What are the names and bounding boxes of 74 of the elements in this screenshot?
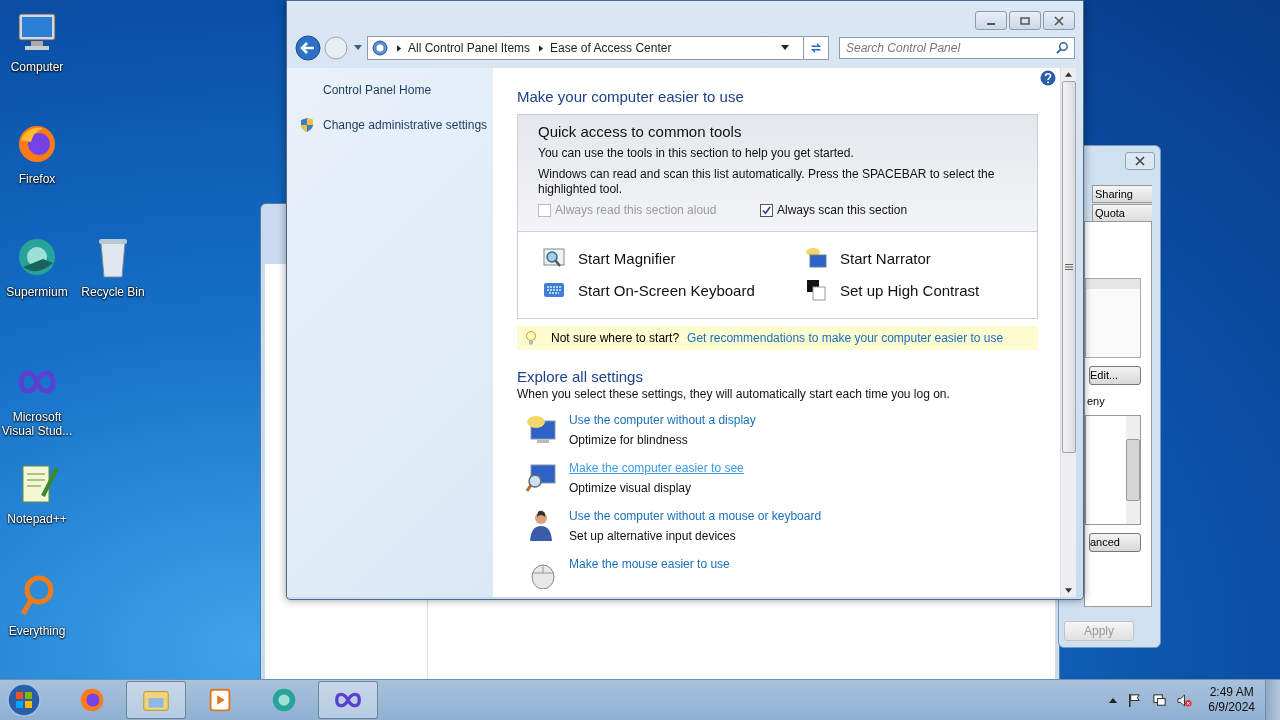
tool-link[interactable]: Start Magnifier (578, 249, 676, 267)
permissions-list[interactable] (1085, 414, 1141, 525)
sidebar-link[interactable]: Change administrative settings (323, 118, 488, 132)
section-title: Quick access to common tools (538, 123, 743, 140)
link-description: Optimize for blindness (569, 433, 689, 447)
search-field[interactable]: Search Control Panel (839, 37, 1075, 59)
dropdown-arrow-icon[interactable] (781, 45, 789, 51)
section-title: Explore all settings (517, 368, 644, 385)
desktop-icon-label[interactable]: Microsoft Visual Stud... (0, 410, 74, 438)
monitor-magnifier-icon (525, 461, 557, 493)
shield-icon (299, 117, 315, 133)
search-icon[interactable] (1056, 41, 1069, 54)
light-bulb-icon (525, 330, 537, 346)
close-button[interactable] (1125, 152, 1155, 170)
grip-icon (1064, 263, 1073, 271)
restore-icon (1020, 15, 1030, 26)
taskbar-button[interactable] (318, 681, 378, 719)
scrollbar[interactable] (1126, 415, 1140, 524)
checkbox-option[interactable]: Always scan this section (760, 203, 982, 217)
edit-button[interactable]: Edit... (1089, 365, 1141, 385)
settings-link[interactable]: Use the computer without a mouse or keyboard (569, 509, 822, 523)
checkbox[interactable] (760, 203, 773, 217)
section-description: You can use the tools in this section to help you get started. (538, 146, 855, 161)
advanced-button[interactable]: anced (1089, 532, 1141, 552)
tool-link[interactable]: Set up High Contrast (840, 281, 980, 299)
back-button[interactable] (295, 35, 321, 61)
flag-icon[interactable] (1127, 692, 1143, 708)
minimize-button[interactable] (975, 11, 1007, 30)
link-description: Set up alternative input devices (569, 529, 737, 543)
restore-button[interactable] (1009, 11, 1041, 30)
contrast-squares-icon (804, 278, 828, 302)
breadcrumb[interactable]: All Control Panel Items (408, 41, 531, 55)
desktop-icon-label[interactable]: Supermium (6, 285, 68, 299)
breadcrumb[interactable]: Ease of Access Center (550, 41, 672, 55)
desktop-icon-label[interactable]: Notepad++ (7, 512, 67, 526)
settings-link[interactable]: Use the computer without a display (569, 413, 756, 427)
clock-date: 6/9/2024 (1208, 700, 1255, 715)
speech-bubble-monitor-icon (804, 246, 828, 270)
minimize-icon (987, 22, 995, 25)
settings-link[interactable]: Make the mouse easier to use (569, 557, 730, 571)
scroll-up-icon[interactable] (1065, 72, 1072, 77)
dialog-tab[interactable]: Quota (1092, 203, 1152, 222)
desktop-icon-label[interactable]: Computer (10, 60, 64, 74)
link-description: Optimize visual display (569, 481, 693, 495)
recommendations-link[interactable]: Get recommendations to make your computer easier to use (687, 331, 1004, 345)
address-bar[interactable]: All Control Panel Items Ease of Access Center (367, 36, 829, 60)
clock-time: 2:49 AM (1209, 685, 1254, 700)
scroll-down-icon[interactable] (1065, 588, 1072, 593)
network-icon[interactable] (1152, 692, 1168, 708)
tool-link[interactable]: Start On-Screen Keyboard (578, 281, 755, 299)
dialog-tab[interactable]: Sharing (1092, 184, 1152, 203)
refresh-arrows-icon (809, 41, 823, 55)
close-icon (1135, 155, 1145, 166)
tool-link[interactable]: Start Narrator (840, 249, 931, 267)
sidebar-link[interactable]: Control Panel Home (323, 83, 432, 97)
start-button[interactable] (6, 682, 42, 718)
close-button[interactable] (1043, 11, 1075, 30)
tip-text: Not sure where to start? (551, 331, 680, 345)
section-description: When you select these settings, they will automatically start each time you log on. (517, 387, 951, 401)
desktop-icon-label[interactable]: Recycle Bin (81, 285, 145, 299)
chevron-icon[interactable] (539, 44, 545, 52)
taskbar-button[interactable] (126, 681, 186, 719)
chevron-icon[interactable] (397, 44, 402, 52)
monitor-speech-icon (525, 413, 557, 445)
section-note: Windows can read and scan this list automatically. Press the SPACEBAR to select the highlighted tool. (538, 167, 996, 197)
scroll-thumb[interactable] (1061, 81, 1076, 453)
column-label: eny (1087, 394, 1106, 407)
close-icon (1054, 15, 1064, 26)
page-title: Make your computer easier to use (517, 88, 745, 105)
clock[interactable]: 2:49 AM 6/9/2024 (1208, 685, 1255, 715)
scrollbar[interactable] (1060, 68, 1076, 597)
speaker-muted-icon[interactable] (1177, 692, 1193, 708)
show-hidden-icons-icon[interactable] (1109, 697, 1118, 703)
desktop-icon-label[interactable]: Firefox (18, 172, 56, 186)
